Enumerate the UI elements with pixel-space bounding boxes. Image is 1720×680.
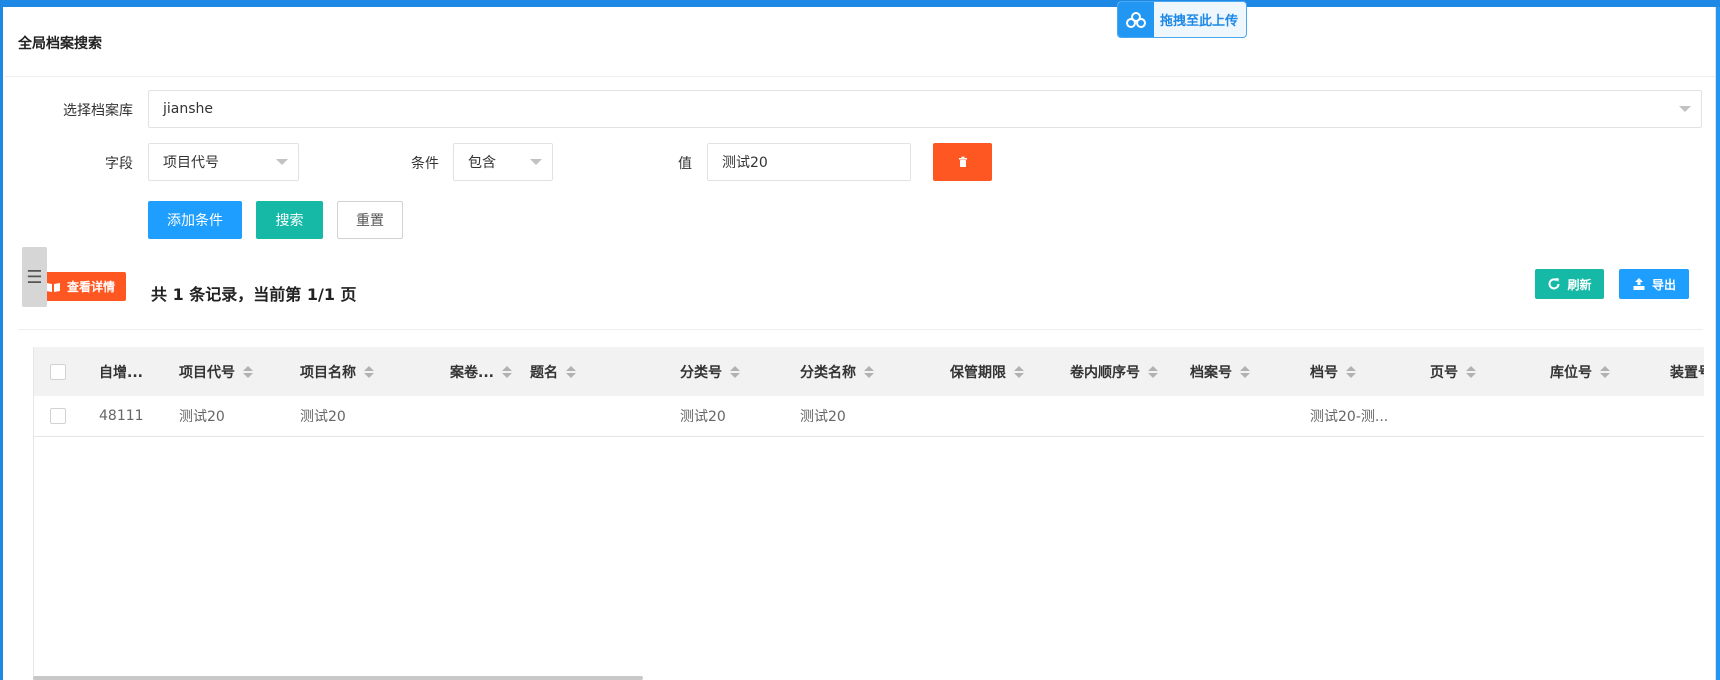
sort-icon[interactable]	[864, 365, 874, 378]
refresh-icon	[1549, 278, 1560, 290]
menu-icon: ☰	[26, 266, 43, 288]
value-input[interactable]: 测试20	[707, 143, 911, 181]
chevron-down-icon	[530, 159, 542, 165]
add-condition-button[interactable]: 添加条件	[148, 201, 242, 239]
table-header-cell[interactable]: 自增...	[99, 347, 154, 396]
drag-upload-widget[interactable]: 拖拽至此上传	[1117, 1, 1247, 38]
title-divider	[5, 76, 1715, 77]
table-header-cell[interactable]: 档号	[1310, 347, 1356, 396]
open-book-icon	[45, 282, 60, 292]
table-header-cell[interactable]: 案卷...	[450, 347, 512, 396]
table-row[interactable]: 48111 测试20 测试20 测试20 测试20 测试20-测...	[34, 396, 1704, 437]
sort-icon[interactable]	[566, 365, 576, 378]
field-label: 字段	[105, 156, 133, 172]
value-label: 值	[678, 156, 692, 172]
view-detail-label: 查看详情	[66, 280, 115, 294]
table-header-cell[interactable]: 分类名称	[800, 347, 874, 396]
select-all-checkbox[interactable]	[50, 347, 66, 396]
table-header-cell[interactable]: 分类号	[680, 347, 740, 396]
table-header-cell[interactable]: 装置号	[1670, 347, 1704, 396]
table-header-cell[interactable]: 档案号	[1190, 347, 1250, 396]
trash-icon	[958, 156, 967, 167]
table-cell: 测试20	[680, 409, 726, 425]
sort-icon[interactable]	[1346, 365, 1356, 378]
condition-select-value: 包含	[468, 155, 496, 171]
sort-icon[interactable]	[1148, 365, 1158, 378]
sort-icon[interactable]	[501, 365, 512, 378]
chevron-down-icon	[276, 159, 288, 165]
archive-label: 选择档案库	[63, 103, 133, 119]
field-select[interactable]: 项目代号	[148, 143, 299, 181]
results-table: 自增... 项目代号 项目名称 案卷... 题名 分类号 分类名称 保管期限 卷…	[33, 347, 1704, 680]
table-header-cell[interactable]: 卷内顺序号	[1070, 347, 1158, 396]
sidebar-toggle-handle[interactable]: ☰	[22, 247, 47, 307]
table-cell: 48111	[99, 408, 144, 424]
export-icon	[1633, 278, 1645, 290]
table-header-cell[interactable]: 页号	[1430, 347, 1476, 396]
sort-icon[interactable]	[730, 365, 740, 378]
table-header-cell[interactable]: 库位号	[1550, 347, 1610, 396]
left-accent-stripe	[0, 7, 3, 680]
cloud-upload-icon	[1118, 2, 1154, 37]
table-header-cell[interactable]: 题名	[530, 347, 576, 396]
search-button[interactable]: 搜索	[256, 201, 323, 239]
export-label: 导出	[1651, 277, 1676, 292]
sort-icon[interactable]	[1014, 365, 1024, 378]
view-detail-button[interactable]: 查看详情	[34, 272, 126, 301]
table-cell: 测试20	[179, 409, 225, 425]
sort-icon[interactable]	[1240, 365, 1250, 378]
archive-select-value: jianshe	[163, 101, 214, 117]
sort-icon[interactable]	[1466, 365, 1476, 378]
right-scrollbar[interactable]	[1716, 7, 1720, 680]
horizontal-scrollbar[interactable]	[33, 676, 643, 680]
export-button[interactable]: 导出	[1619, 269, 1689, 299]
refresh-label: 刷新	[1567, 277, 1592, 292]
chevron-down-icon	[1679, 106, 1691, 112]
toolbar-divider	[18, 329, 1703, 330]
row-checkbox[interactable]	[50, 396, 66, 436]
refresh-button[interactable]: 刷新	[1535, 269, 1604, 299]
table-cell: 测试20	[800, 409, 846, 425]
sort-icon[interactable]	[243, 365, 253, 378]
record-count-info: 共 1 条记录，当前第 1/1 页	[151, 285, 357, 304]
table-header-row: 自增... 项目代号 项目名称 案卷... 题名 分类号 分类名称 保管期限 卷…	[34, 347, 1704, 397]
value-input-text: 测试20	[722, 155, 768, 171]
reset-button[interactable]: 重置	[337, 201, 403, 239]
page-title: 全局档案搜索	[18, 36, 102, 52]
delete-condition-button[interactable]	[933, 143, 992, 181]
condition-select[interactable]: 包含	[453, 143, 553, 181]
sort-icon[interactable]	[364, 365, 374, 378]
table-cell: 测试20-测...	[1310, 409, 1389, 425]
table-header-cell[interactable]: 保管期限	[950, 347, 1024, 396]
table-header-cell[interactable]: 项目代号	[179, 347, 253, 396]
table-cell: 测试20	[300, 409, 346, 425]
table-header-cell[interactable]: 项目名称	[300, 347, 374, 396]
condition-label: 条件	[411, 156, 439, 172]
sort-icon[interactable]	[1600, 365, 1610, 378]
top-accent-bar	[0, 0, 1720, 7]
archive-select[interactable]: jianshe	[148, 90, 1702, 128]
field-select-value: 项目代号	[163, 155, 219, 171]
drag-upload-label: 拖拽至此上传	[1160, 14, 1239, 29]
